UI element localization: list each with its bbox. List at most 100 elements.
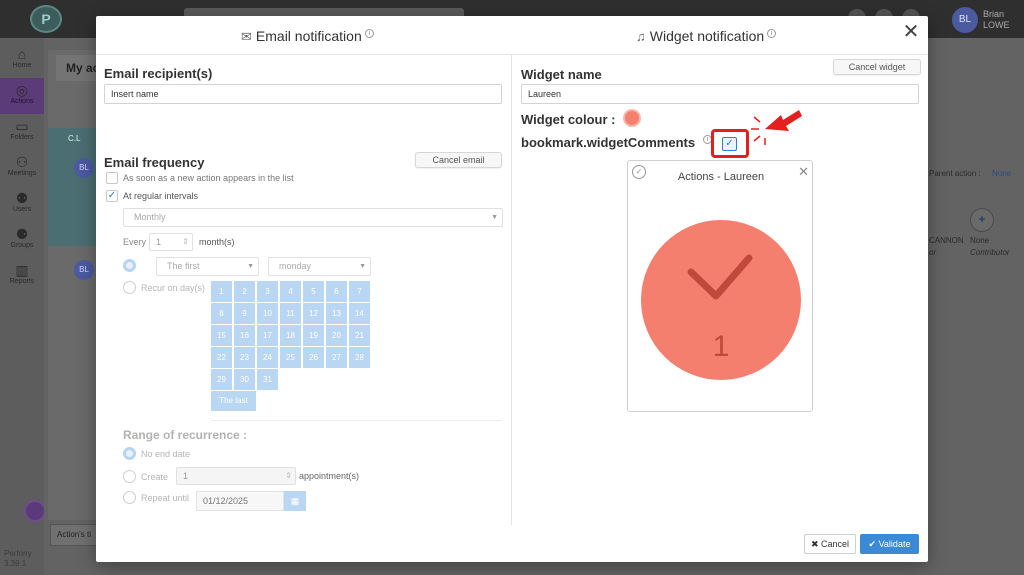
regular-intervals-label: At regular intervals	[123, 191, 199, 201]
validate-button[interactable]: ✔ Validate	[860, 534, 919, 554]
day-cell[interactable]: 25	[280, 347, 301, 368]
info-icon[interactable]: i	[364, 29, 374, 39]
cancel-email-button[interactable]: Cancel email	[415, 152, 502, 168]
create-radio[interactable]	[123, 470, 136, 483]
day-cell[interactable]: 20	[326, 325, 347, 346]
background-action-title-field[interactable]: Action's ti	[50, 524, 98, 546]
app-logo[interactable]: P	[30, 5, 62, 33]
user-avatar[interactable]: BL	[952, 7, 978, 33]
user-name[interactable]: Brian LOWE	[983, 9, 1010, 31]
sidebar-item-folders[interactable]: ▭ Folders	[0, 114, 44, 150]
day-cell[interactable]: 3	[257, 281, 278, 302]
background-or: or	[929, 248, 937, 257]
day-cell[interactable]: 28	[349, 347, 370, 368]
day-cell[interactable]: 24	[257, 347, 278, 368]
cancel-widget-button[interactable]: Cancel widget	[833, 59, 921, 75]
day-cell[interactable]: 10	[257, 303, 278, 324]
recur-days-radio[interactable]	[123, 281, 136, 294]
the-last-day-button[interactable]: The last	[211, 391, 256, 411]
day-cell[interactable]: 21	[349, 325, 370, 346]
sidebar-item-users[interactable]: ⚉ Users	[0, 186, 44, 222]
day-cell[interactable]: 31	[257, 369, 278, 390]
calendar-icon[interactable]: ▦	[284, 491, 306, 511]
home-icon: ⌂	[17, 46, 27, 62]
appointments-count-stepper[interactable]: 1 ⇕	[176, 467, 296, 485]
spinner-arrows-icon[interactable]: ⇕	[285, 468, 292, 484]
groups-icon: ⚈	[15, 226, 29, 242]
day-cell[interactable]: 2	[234, 281, 255, 302]
day-cell[interactable]: 18	[280, 325, 301, 346]
day-cell[interactable]: 29	[211, 369, 232, 390]
weekday-select[interactable]: monday ▼	[268, 257, 371, 276]
no-end-date-radio[interactable]	[123, 447, 136, 460]
highlight-box: ✓	[711, 129, 749, 158]
widget-colour-swatch[interactable]	[623, 109, 641, 127]
sidebar-item-groups[interactable]: ⚈ Groups	[0, 222, 44, 258]
email-frequency-title: Email frequency	[104, 155, 205, 170]
every-label: Every	[123, 237, 147, 247]
create-label: Create	[141, 472, 169, 482]
widget-comments-label: bookmark.widgetComments	[521, 135, 696, 150]
day-cell[interactable]: 13	[326, 303, 347, 324]
day-cell[interactable]: 1	[211, 281, 232, 302]
day-cell[interactable]: 14	[349, 303, 370, 324]
column-divider	[511, 55, 512, 525]
modal-header: ✉ Email notification i ♫ Widget notificatio…	[96, 16, 928, 55]
repeat-until-radio[interactable]	[123, 491, 136, 504]
spinner-arrows-icon[interactable]: ⇕	[182, 234, 189, 250]
sidebar-item-actions[interactable]: ◎ Actions	[0, 78, 44, 114]
day-cell[interactable]: 7	[349, 281, 370, 302]
widget-comments-checkbox[interactable]: ✓	[722, 137, 737, 151]
bell-icon: ♫	[636, 29, 646, 44]
nth-weekday-radio[interactable]	[123, 259, 136, 272]
repeat-until-date-input[interactable]: 01/12/2025	[196, 491, 284, 511]
day-cell[interactable]: 8	[211, 303, 232, 324]
widget-preview-circle: 1	[641, 220, 801, 380]
regular-intervals-checkbox[interactable]: ✓	[106, 190, 118, 202]
background-row: BL	[48, 250, 98, 290]
nth-select[interactable]: The first ▼	[156, 257, 259, 276]
day-cell[interactable]: 9	[234, 303, 255, 324]
day-cell[interactable]: 22	[211, 347, 232, 368]
background-parent-action-value: None	[992, 169, 1012, 178]
day-cell[interactable]: 27	[326, 347, 347, 368]
new-action-checkbox[interactable]	[106, 172, 118, 184]
day-cell[interactable]: 16	[234, 325, 255, 346]
sidebar-item-reports[interactable]: ▥ Reports	[0, 258, 44, 294]
widget-name-input[interactable]: Laureen	[521, 84, 919, 104]
interval-select[interactable]: Monthly ▼	[123, 208, 503, 227]
day-cell[interactable]: 12	[303, 303, 324, 324]
appointments-label: appointment(s)	[299, 471, 360, 481]
tab-widget-notification[interactable]: ♫ Widget notification i	[636, 28, 777, 44]
widget-preview-card: ✓ Actions - Laureen ✕ 1	[627, 160, 813, 412]
chevron-down-icon: ▼	[491, 214, 498, 221]
app-version: Perfony 3.39.1	[4, 549, 32, 568]
close-icon[interactable]: ✕	[900, 22, 922, 44]
day-cell[interactable]: 4	[280, 281, 301, 302]
day-cell[interactable]: 19	[303, 325, 324, 346]
widget-colour-label: Widget colour :	[521, 112, 616, 127]
day-cell[interactable]: 11	[280, 303, 301, 324]
day-cell[interactable]: 30	[234, 369, 255, 390]
sidebar-item-home[interactable]: ⌂ Home	[0, 42, 44, 78]
every-months-stepper[interactable]: 1 ⇕	[149, 233, 193, 251]
day-cell[interactable]: 6	[326, 281, 347, 302]
day-cell[interactable]: 17	[257, 325, 278, 346]
repeat-until-label: Repeat until	[141, 493, 190, 503]
cancel-button[interactable]: ✖ Cancel	[804, 534, 856, 554]
add-contributor-icon[interactable]: +	[970, 208, 994, 232]
chat-bubble-icon[interactable]	[24, 500, 46, 522]
day-cell[interactable]: 26	[303, 347, 324, 368]
recipient-name-input[interactable]: Insert name	[104, 84, 502, 104]
tab-email-notification[interactable]: ✉ Email notification i	[241, 28, 374, 45]
day-cell[interactable]: 15	[211, 325, 232, 346]
background-none: None	[970, 236, 990, 245]
info-icon[interactable]: i	[767, 29, 777, 39]
background-highlighted-row: C.L BL	[48, 128, 98, 246]
sidebar-item-meetings[interactable]: ⚇ Meetings	[0, 150, 44, 186]
day-cell[interactable]: 5	[303, 281, 324, 302]
users-icon: ⚉	[15, 190, 29, 206]
close-icon[interactable]: ✕	[798, 165, 809, 178]
day-cell[interactable]: 23	[234, 347, 255, 368]
background-parent-action-label: Parent action :	[929, 169, 981, 178]
